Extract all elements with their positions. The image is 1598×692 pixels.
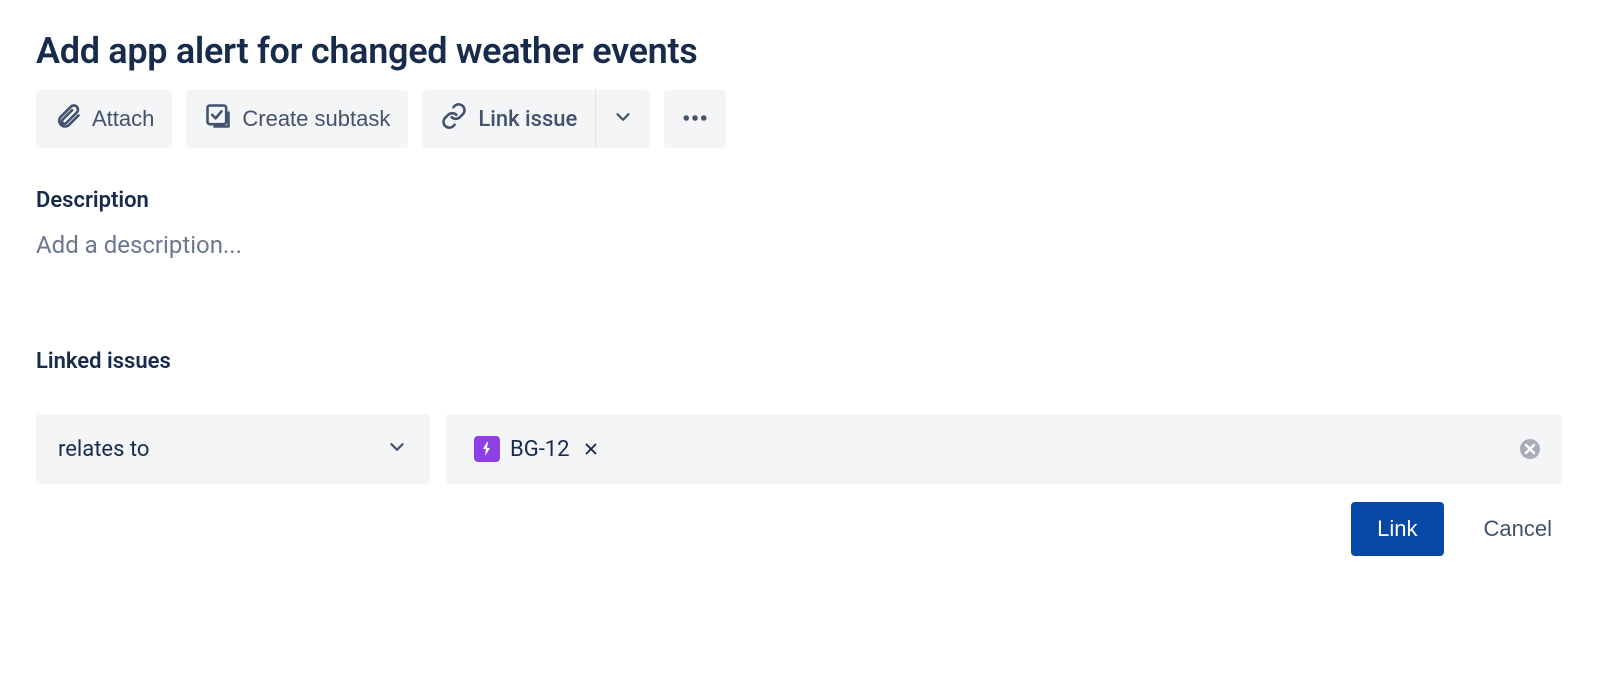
attach-button[interactable]: Attach <box>36 90 172 148</box>
more-actions-button[interactable] <box>664 90 726 148</box>
remove-chip-button[interactable] <box>580 438 602 460</box>
subtask-icon <box>204 102 232 136</box>
linked-issues-heading: Linked issues <box>36 349 1562 374</box>
link-issue-split-button: Link issue <box>422 90 650 148</box>
create-subtask-button[interactable]: Create subtask <box>186 90 408 148</box>
chevron-down-icon <box>386 436 408 462</box>
description-heading: Description <box>36 188 1562 213</box>
link-issue-button[interactable]: Link issue <box>422 90 596 148</box>
epic-icon <box>474 436 500 462</box>
relation-type-select[interactable]: relates to <box>36 414 430 484</box>
attach-label: Attach <box>92 106 154 132</box>
cancel-button[interactable]: Cancel <box>1474 502 1562 556</box>
clear-picker-button[interactable] <box>1518 437 1542 461</box>
chevron-down-icon <box>612 106 634 132</box>
link-issue-label: Link issue <box>478 107 577 132</box>
link-button[interactable]: Link <box>1351 502 1443 556</box>
link-icon <box>440 102 468 136</box>
relation-type-label: relates to <box>58 437 149 462</box>
description-input[interactable]: Add a description... <box>36 231 1562 259</box>
create-subtask-label: Create subtask <box>242 106 390 132</box>
toolbar: Attach Create subtask Link issue <box>36 90 1562 148</box>
issue-picker-input[interactable]: BG-12 <box>446 414 1562 484</box>
link-form-actions: Link Cancel <box>36 502 1562 556</box>
more-horizontal-icon <box>680 103 710 136</box>
issue-chip: BG-12 <box>466 430 610 468</box>
linked-issues-row: relates to BG-12 <box>36 414 1562 484</box>
issue-key: BG-12 <box>510 437 570 462</box>
link-issue-dropdown-button[interactable] <box>596 90 650 148</box>
page-title: Add app alert for changed weather events <box>36 30 1562 72</box>
paperclip-icon <box>54 102 82 136</box>
